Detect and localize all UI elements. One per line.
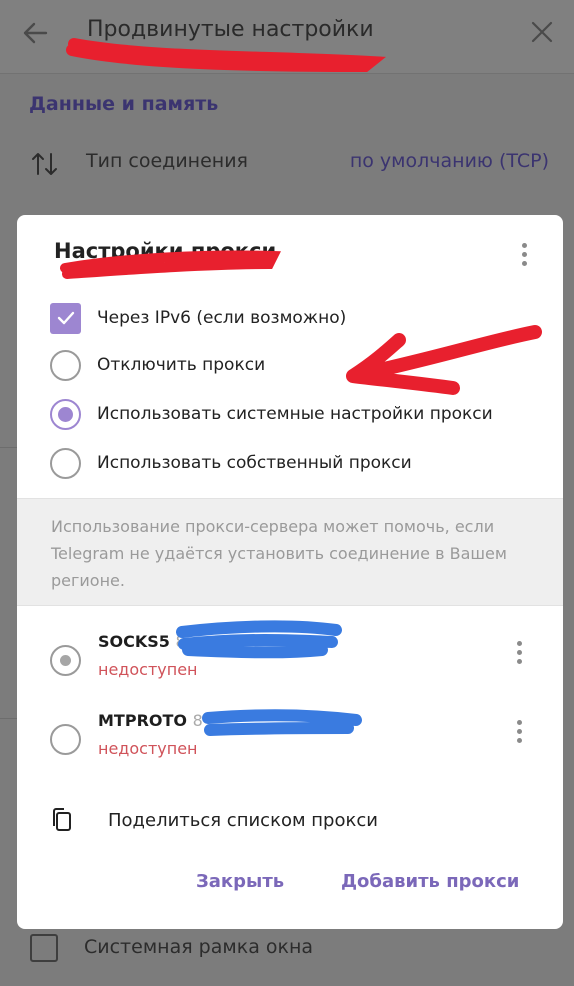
system-proxy-label: Использовать системные настройки прокси bbox=[97, 404, 493, 424]
share-proxy-list-label: Поделиться списком прокси bbox=[108, 809, 378, 831]
proxy-socks5-type: SOCKS5 bbox=[98, 632, 170, 651]
connection-type-label[interactable]: Тип соединения bbox=[86, 150, 248, 172]
disable-proxy-radio[interactable] bbox=[50, 349, 81, 381]
back-arrow-icon[interactable] bbox=[20, 18, 50, 48]
proxy-socks5-radio[interactable] bbox=[50, 645, 81, 676]
more-vertical-icon[interactable] bbox=[513, 243, 535, 269]
settings-header: Продвинутые настройки bbox=[0, 0, 574, 74]
proxy-mtproto-address: 8 bbox=[192, 711, 203, 730]
window-frame-checkbox[interactable] bbox=[30, 934, 58, 962]
share-proxy-list-button[interactable]: Поделиться списком прокси bbox=[50, 803, 378, 837]
proxy-mtproto-more-icon[interactable] bbox=[509, 720, 529, 748]
proxy-item-mtproto[interactable]: MTPROTO 8 недоступен bbox=[50, 711, 530, 771]
close-icon[interactable] bbox=[530, 20, 554, 44]
custom-proxy-label: Использовать собственный прокси bbox=[97, 453, 412, 473]
proxy-mtproto-name: MTPROTO 8 bbox=[98, 711, 203, 730]
window-frame-label: Системная рамка окна bbox=[84, 936, 314, 958]
arrows-up-down-icon bbox=[32, 153, 57, 175]
ipv6-option[interactable]: Через IPv6 (если возможно) bbox=[50, 301, 346, 335]
connection-type-value[interactable]: по умолчанию (TCP) bbox=[350, 150, 549, 172]
ipv6-label: Через IPv6 (если возможно) bbox=[97, 308, 347, 328]
proxy-mtproto-status: недоступен bbox=[98, 739, 198, 758]
proxy-socks5-name: SOCKS5 8 bbox=[98, 632, 186, 651]
proxy-mtproto-type: MTPROTO bbox=[98, 711, 187, 730]
section-title-data-storage: Данные и память bbox=[29, 93, 219, 115]
divider bbox=[0, 718, 17, 719]
disable-proxy-option[interactable]: Отключить прокси bbox=[50, 348, 265, 382]
copy-icon bbox=[53, 808, 71, 831]
custom-proxy-radio[interactable] bbox=[50, 447, 81, 479]
add-proxy-button[interactable]: Добавить прокси bbox=[341, 871, 519, 892]
dialog-title: Настройки прокси bbox=[54, 239, 277, 263]
proxy-socks5-more-icon[interactable] bbox=[509, 641, 529, 669]
ipv6-checkbox[interactable] bbox=[50, 302, 81, 334]
proxy-info-text: Использование прокси-сервера может помоч… bbox=[51, 517, 507, 590]
proxy-socks5-address: 8 bbox=[175, 632, 186, 651]
proxy-item-socks5[interactable]: SOCKS5 8 недоступен bbox=[50, 632, 530, 692]
proxy-info-box: Использование прокси-сервера может помоч… bbox=[17, 498, 563, 606]
custom-proxy-option[interactable]: Использовать собственный прокси bbox=[50, 446, 412, 480]
close-button[interactable]: Закрыть bbox=[196, 871, 284, 892]
checkmark-icon bbox=[57, 311, 74, 325]
proxy-settings-dialog: Настройки прокси Через IPv6 (если возмож… bbox=[17, 215, 563, 929]
divider bbox=[0, 447, 17, 448]
system-proxy-option[interactable]: Использовать системные настройки прокси bbox=[50, 397, 493, 431]
page-title: Продвинутые настройки bbox=[87, 17, 374, 42]
proxy-socks5-status: недоступен bbox=[98, 660, 198, 679]
system-proxy-radio[interactable] bbox=[50, 398, 81, 430]
proxy-mtproto-radio[interactable] bbox=[50, 724, 81, 755]
disable-proxy-label: Отключить прокси bbox=[97, 355, 266, 375]
